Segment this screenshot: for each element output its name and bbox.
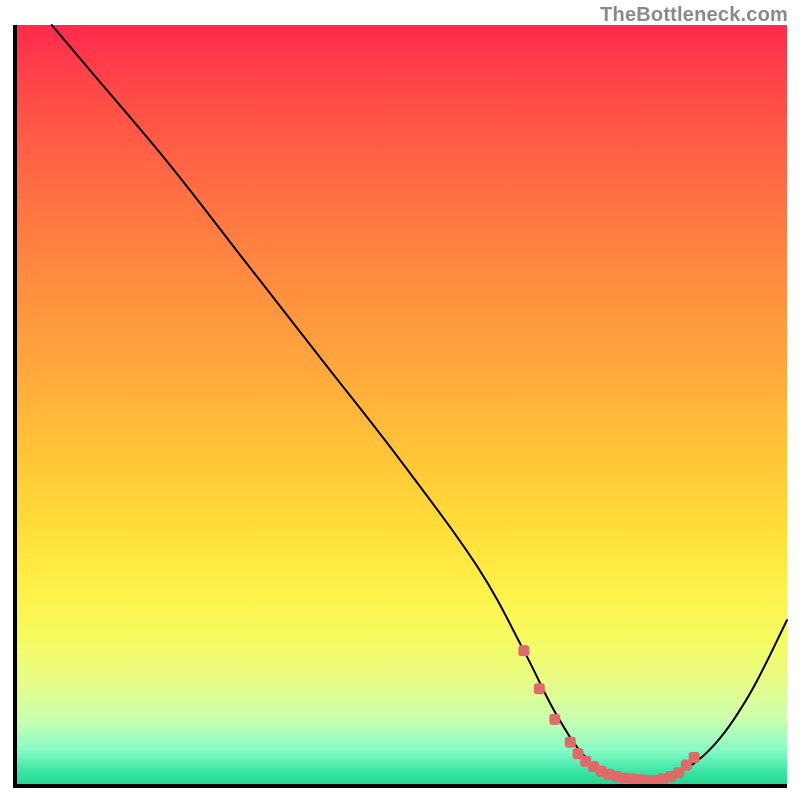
valley-marker: [565, 737, 576, 748]
valley-marker: [534, 683, 545, 694]
valley-marker: [518, 645, 529, 656]
plot-area: [13, 25, 787, 788]
chart-svg: [13, 25, 787, 788]
attribution-text: TheBottleneck.com: [600, 4, 788, 27]
main-curve: [52, 25, 787, 781]
valley-marker: [549, 714, 560, 725]
valley-marker: [689, 752, 700, 763]
chart-container: { "attribution": "TheBottleneck.com", "c…: [0, 0, 800, 800]
